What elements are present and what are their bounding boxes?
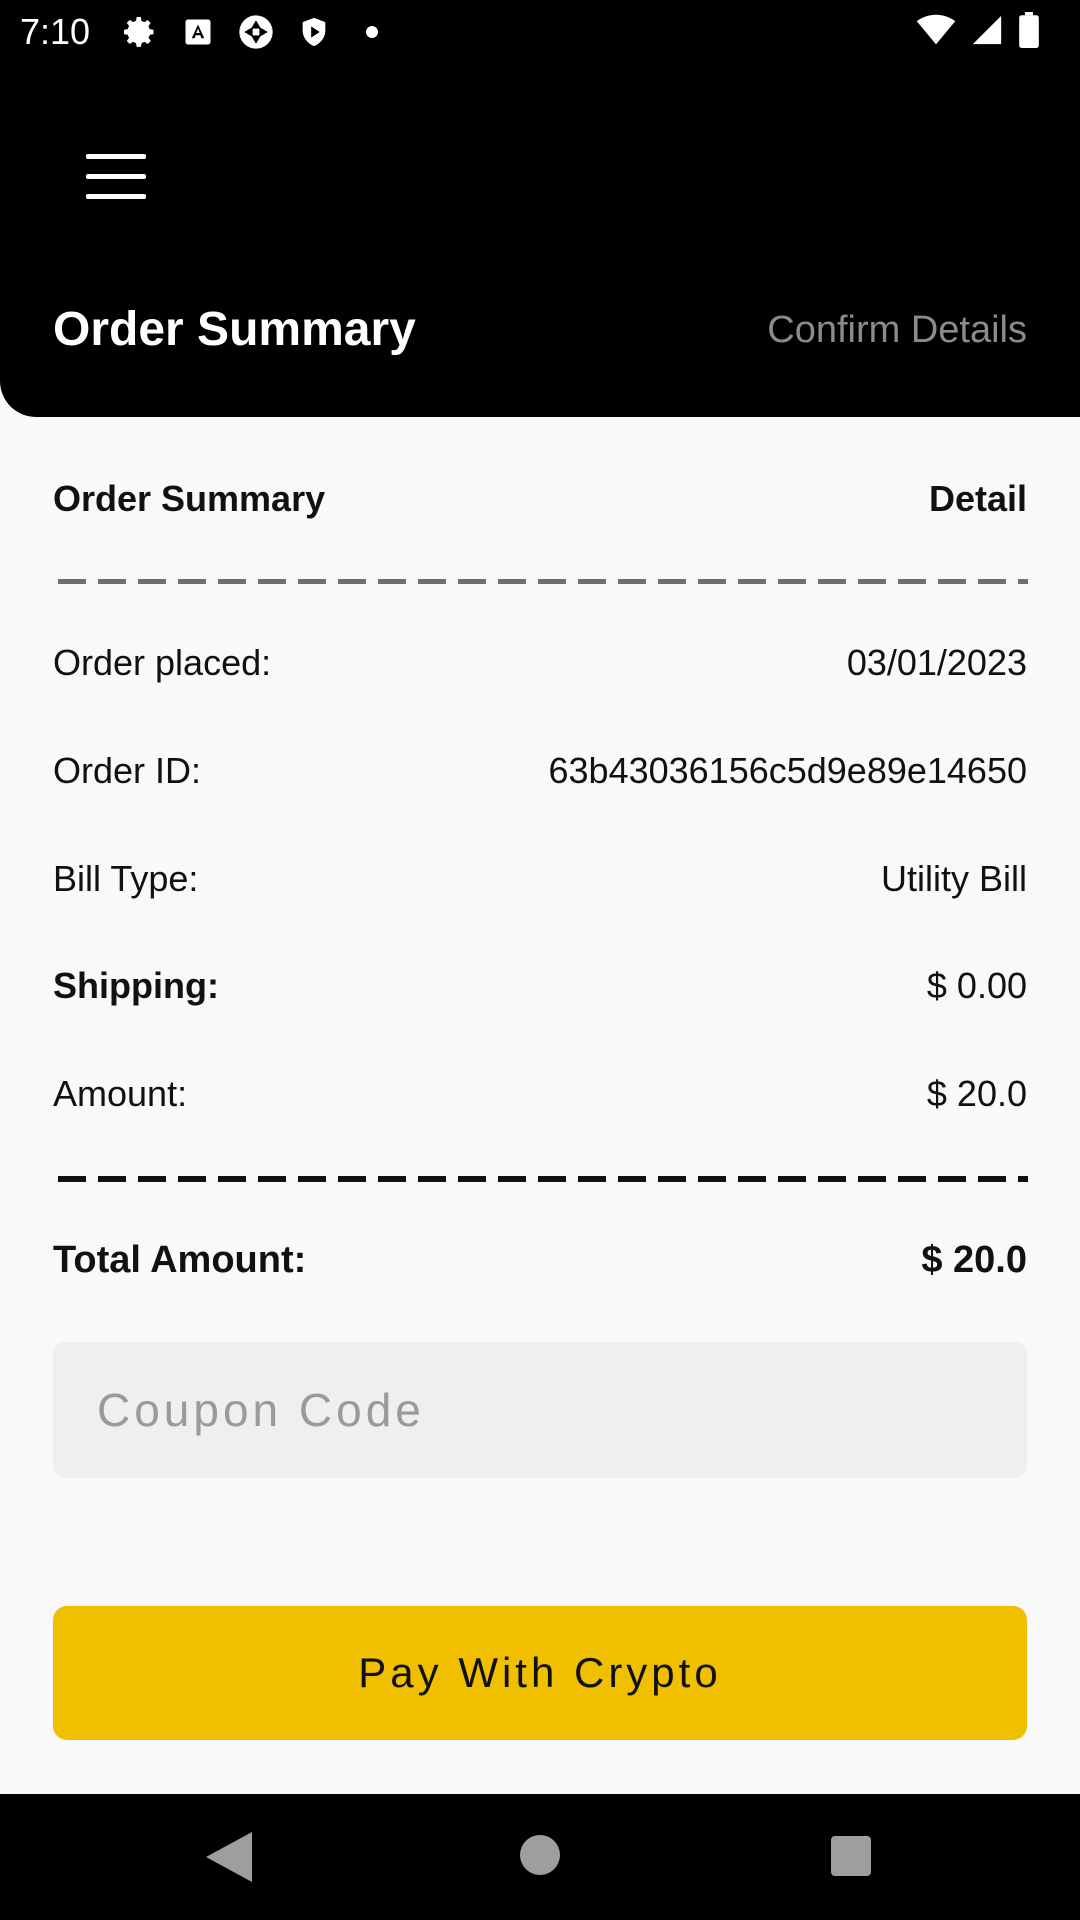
status-icons-left — [120, 10, 392, 54]
back-triangle-icon[interactable] — [206, 1832, 252, 1882]
camera-shutter-icon — [236, 12, 276, 52]
total-value: $ 20.0 — [921, 1239, 1027, 1281]
home-circle-icon[interactable] — [520, 1835, 560, 1875]
page-title: Order Summary — [53, 303, 416, 356]
font-a-icon — [178, 12, 218, 52]
system-nav-bar — [0, 1794, 1080, 1920]
divider-dashed-total — [58, 1176, 1028, 1182]
recents-square-icon[interactable] — [831, 1836, 871, 1876]
divider-dashed — [58, 579, 1028, 584]
row-value: 03/01/2023 — [846, 642, 1027, 683]
menu-line-top — [86, 154, 146, 159]
app-screen: 7:10 Order Summary Confirm Details Order… — [0, 0, 1080, 1920]
battery-icon — [1018, 11, 1040, 53]
summary-row-shipping: Shipping: $ 0.00 — [53, 964, 1027, 1008]
summary-header-label: Order Summary — [53, 478, 326, 519]
row-value: $ 0.00 — [926, 965, 1027, 1006]
status-time: 7:10 — [20, 11, 91, 52]
menu-line-middle — [86, 174, 146, 179]
summary-row-total: Total Amount: $ 20.0 — [53, 1238, 1027, 1282]
row-value: 63b43036156c5d9e89e14650 — [548, 750, 1028, 791]
row-label: Bill Type: — [53, 858, 199, 899]
summary-row-bill-type: Bill Type: Utility Bill — [53, 857, 1027, 901]
summary-row-order-placed: Order placed: 03/01/2023 — [53, 641, 1027, 685]
coupon-code-input[interactable]: Coupon Code — [53, 1342, 1027, 1478]
summary-row-amount: Amount: $ 20.0 — [53, 1072, 1027, 1116]
menu-line-bottom — [86, 194, 146, 199]
dot-icon — [352, 12, 392, 52]
cell-signal-icon — [970, 13, 1004, 52]
row-value: Utility Bill — [880, 858, 1027, 899]
wifi-icon — [916, 14, 956, 51]
gear-icon — [120, 12, 160, 52]
row-label: Order placed: — [53, 642, 272, 683]
pay-button-label: Pay With Crypto — [358, 1649, 722, 1696]
row-label: Amount: — [53, 1073, 188, 1114]
row-label: Shipping: — [53, 965, 219, 1006]
hamburger-menu-icon[interactable] — [70, 140, 162, 212]
row-label: Order ID: — [53, 750, 202, 791]
page-subtitle: Confirm Details — [767, 309, 1027, 351]
coupon-placeholder: Coupon Code — [97, 1384, 425, 1436]
row-value: $ 20.0 — [926, 1073, 1027, 1114]
summary-row-order-id: Order ID: 63b43036156c5d9e89e14650 — [53, 749, 1027, 793]
summary-header-row: Order Summary Detail — [53, 477, 1027, 521]
status-icons-right — [916, 10, 1040, 54]
pay-with-crypto-button[interactable]: Pay With Crypto — [53, 1606, 1027, 1740]
summary-header-value: Detail — [928, 478, 1027, 519]
shield-play-icon — [294, 12, 334, 52]
total-label: Total Amount: — [53, 1239, 307, 1281]
app-header: 7:10 Order Summary Confirm Details — [0, 0, 1080, 417]
